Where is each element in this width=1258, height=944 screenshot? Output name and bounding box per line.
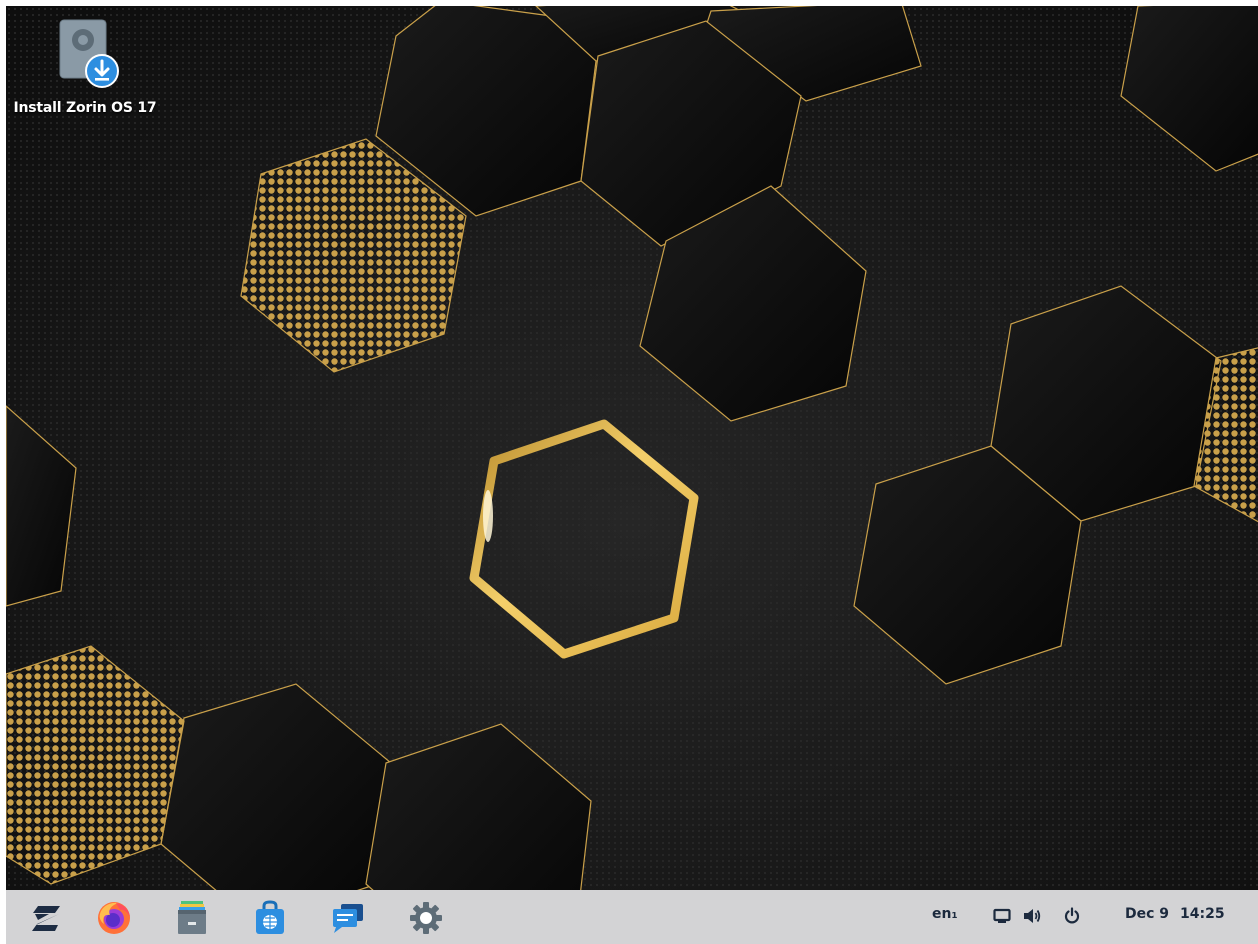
keyboard-layout-indicator[interactable]: en₁ xyxy=(932,906,958,922)
desktop-screen: Install Zorin OS 17 en₁ Dec 9 14:25 xyxy=(6,6,1258,944)
files-button[interactable] xyxy=(170,898,214,938)
firefox-button[interactable] xyxy=(92,898,136,938)
software-button[interactable] xyxy=(248,898,292,938)
settings-button[interactable] xyxy=(404,898,448,938)
gear-icon xyxy=(410,902,442,934)
taskbar: en₁ Dec 9 14:25 xyxy=(6,890,1258,944)
zorin-logo-icon xyxy=(32,906,60,931)
software-store-icon xyxy=(256,900,284,934)
firefox-icon xyxy=(98,902,130,934)
display-icon[interactable] xyxy=(992,905,1012,927)
power-icon[interactable] xyxy=(1062,905,1082,927)
chat-bubbles-icon xyxy=(333,904,363,933)
clock-date[interactable]: Dec 9 xyxy=(1125,906,1169,922)
desktop-icon-label: Install Zorin OS 17 xyxy=(13,100,157,116)
desktop-wallpaper xyxy=(6,6,1258,944)
drive-download-icon xyxy=(56,18,120,92)
messages-button[interactable] xyxy=(326,898,370,938)
volume-icon[interactable] xyxy=(1022,905,1042,927)
install-zorin-desktop-icon[interactable]: Install Zorin OS 17 xyxy=(10,16,160,126)
file-cabinet-icon xyxy=(178,901,206,934)
zorin-menu-button[interactable] xyxy=(25,898,69,938)
clock-time[interactable]: 14:25 xyxy=(1180,906,1225,922)
